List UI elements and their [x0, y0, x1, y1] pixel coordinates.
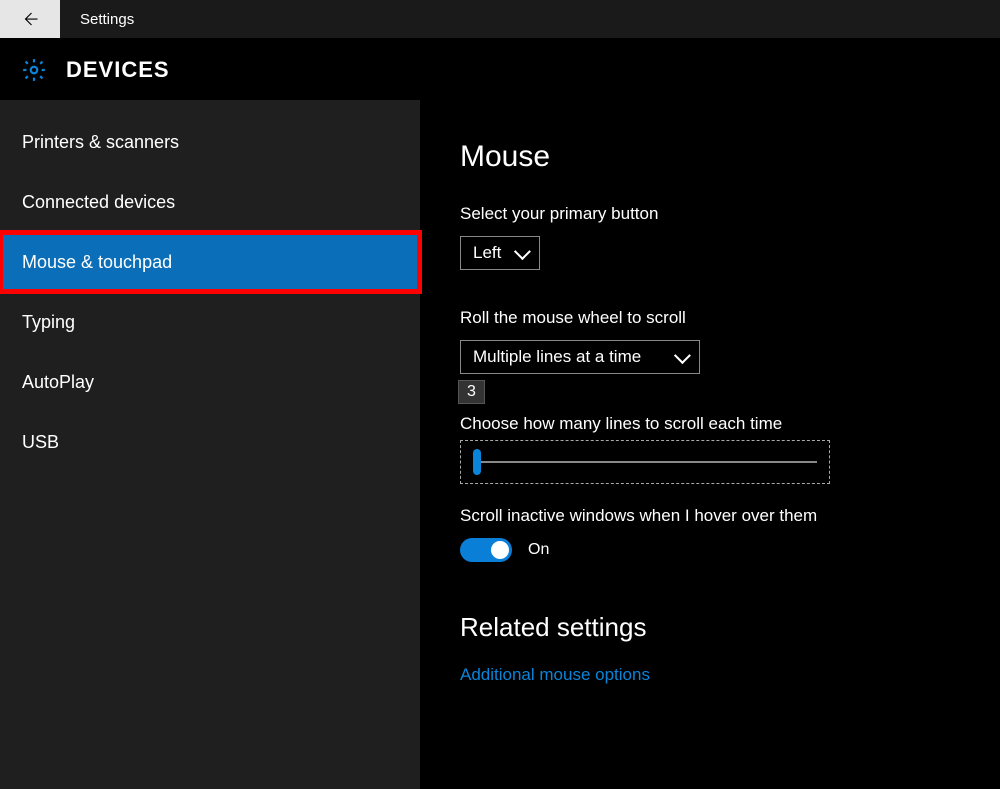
back-button[interactable]: [0, 0, 60, 38]
slider-tooltip: 3: [458, 380, 485, 404]
lines-slider-section: 3 Choose how many lines to scroll each t…: [460, 414, 1000, 484]
category-title: DEVICES: [66, 57, 170, 83]
primary-button-dropdown[interactable]: Left: [460, 236, 540, 270]
dropdown-value: Multiple lines at a time: [473, 347, 641, 367]
sidebar-item-label: AutoPlay: [22, 372, 94, 393]
titlebar: Settings: [0, 0, 1000, 38]
page-title: Mouse: [460, 140, 1000, 174]
gear-icon: [20, 56, 48, 84]
arrow-left-icon: [21, 10, 39, 28]
chevron-down-icon: [514, 243, 531, 260]
inactive-windows-label: Scroll inactive windows when I hover ove…: [460, 506, 1000, 526]
inactive-windows-toggle[interactable]: [460, 538, 512, 562]
sidebar-item-label: Printers & scanners: [22, 132, 179, 153]
lines-slider[interactable]: [460, 440, 830, 484]
sidebar-item-label: Typing: [22, 312, 75, 333]
slider-track: [473, 461, 817, 463]
sidebar-item-usb[interactable]: USB: [0, 412, 420, 472]
sidebar-item-printers[interactable]: Printers & scanners: [0, 112, 420, 172]
primary-button-label: Select your primary button: [460, 204, 1000, 224]
lines-label: Choose how many lines to scroll each tim…: [460, 414, 1000, 434]
sidebar-item-label: Mouse & touchpad: [22, 252, 172, 273]
chevron-down-icon: [674, 347, 691, 364]
sidebar-item-connected-devices[interactable]: Connected devices: [0, 172, 420, 232]
related-settings-title: Related settings: [460, 612, 1000, 643]
content-pane: Mouse Select your primary button Left Ro…: [420, 100, 1000, 789]
sidebar-item-mouse-touchpad[interactable]: Mouse & touchpad: [0, 232, 420, 292]
category-header: DEVICES: [20, 50, 170, 90]
sidebar-item-label: Connected devices: [22, 192, 175, 213]
sidebar: Printers & scanners Connected devices Mo…: [0, 100, 420, 789]
scroll-mode-dropdown[interactable]: Multiple lines at a time: [460, 340, 700, 374]
scroll-mode-label: Roll the mouse wheel to scroll: [460, 308, 1000, 328]
sidebar-item-typing[interactable]: Typing: [0, 292, 420, 352]
app-title: Settings: [80, 11, 134, 28]
additional-mouse-options-link[interactable]: Additional mouse options: [460, 665, 1000, 685]
sidebar-item-autoplay[interactable]: AutoPlay: [0, 352, 420, 412]
slider-thumb[interactable]: [473, 449, 481, 475]
dropdown-value: Left: [473, 243, 501, 263]
toggle-knob: [491, 541, 509, 559]
toggle-state-text: On: [528, 541, 549, 559]
sidebar-item-label: USB: [22, 432, 59, 453]
